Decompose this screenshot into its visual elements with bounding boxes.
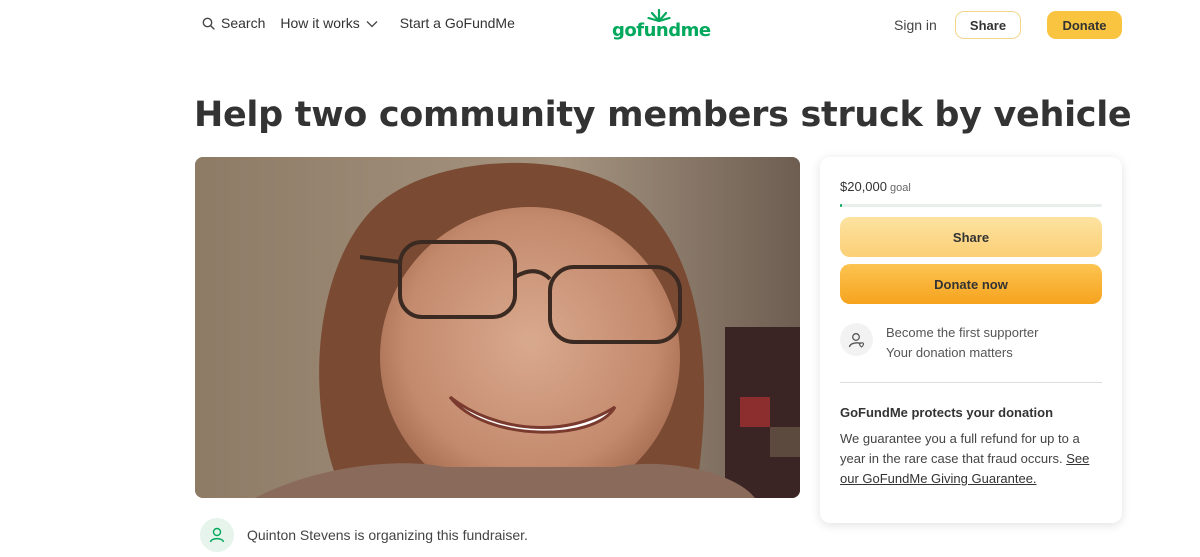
site-header: Search How it works Start a GoFundMe gof… (0, 0, 1200, 50)
donation-card: $20,000 goal Share Donate now Become the … (820, 157, 1122, 523)
start-gofundme-link[interactable]: Start a GoFundMe (400, 15, 515, 31)
how-it-works-menu[interactable]: How it works (280, 15, 378, 31)
progress-bar (840, 204, 1102, 207)
supporter-line1: Become the first supporter (886, 325, 1039, 340)
progress-fill (840, 204, 842, 207)
user-icon (200, 518, 234, 552)
card-divider (840, 382, 1102, 383)
start-gofundme-label: Start a GoFundMe (399, 15, 515, 31)
protect-body: We guarantee you a full refund for up to… (840, 429, 1102, 489)
protect-title: GoFundMe protects your donation (840, 405, 1054, 420)
protect-body-text: We guarantee you a full refund for up to… (840, 431, 1080, 466)
supporter-text: Become the first supporter Your donation… (886, 323, 1038, 363)
user-heart-icon (840, 323, 873, 356)
organizer-text: Quinton Stevens is organizing this fundr… (247, 527, 528, 543)
chevron-down-icon (366, 15, 378, 31)
search-label: Search (221, 15, 266, 31)
nav-left: Search How it works Start a GoFundMe (202, 15, 515, 31)
gofundme-logo[interactable]: gofundme (612, 8, 711, 42)
campaign-photo (195, 157, 800, 498)
logo-text: gofundme (612, 20, 711, 41)
sign-in-link[interactable]: Sign in (894, 17, 937, 33)
donate-now-button[interactable]: Donate now (840, 264, 1102, 304)
header-donate-button[interactable]: Donate (1047, 11, 1122, 39)
share-button[interactable]: Share (840, 217, 1102, 257)
search-icon (202, 17, 215, 30)
supporter-line2: Your donation matters (886, 345, 1013, 360)
goal-label: goal (890, 182, 911, 194)
first-supporter-block: Become the first supporter Your donation… (840, 323, 1038, 363)
header-share-button[interactable]: Share (955, 11, 1021, 39)
how-it-works-label: How it works (280, 15, 360, 31)
organizer-row: Quinton Stevens is organizing this fundr… (200, 518, 528, 552)
goal-amount: $20,000 (840, 179, 887, 194)
search-button[interactable]: Search (202, 15, 265, 31)
campaign-title: Help two community members struck by veh… (194, 95, 1132, 135)
goal-text: $20,000 goal (840, 179, 911, 194)
